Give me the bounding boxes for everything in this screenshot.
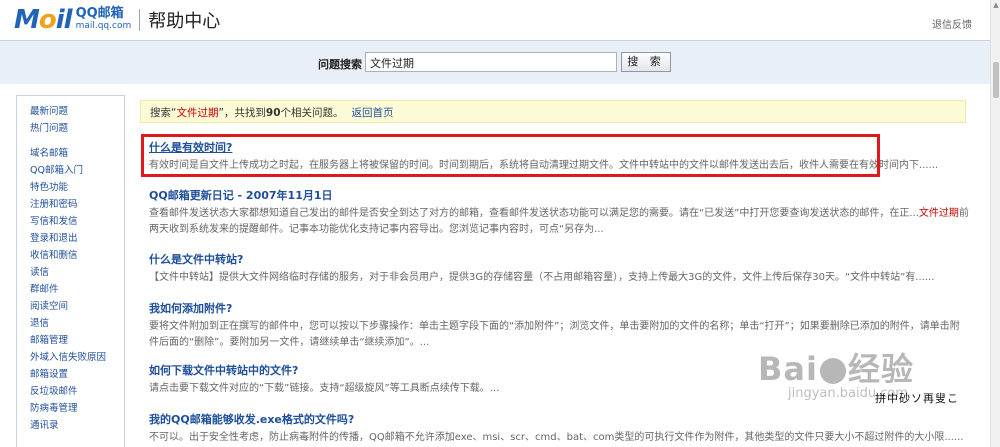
sidebar-item-domain-mail[interactable]: 域名邮箱 (17, 147, 124, 160)
page-title: 帮助中心 (148, 11, 221, 32)
sidebar-item-intro[interactable]: QQ邮箱入门 (17, 164, 124, 177)
sidebar-item-receive[interactable]: 收信和删信 (17, 249, 124, 262)
feedback-link[interactable]: 退信反馈 (932, 16, 972, 31)
sidebar-item-external-fail[interactable]: 外域入信失败原因 (17, 351, 124, 364)
search-input[interactable]: 文件过期 (365, 52, 617, 72)
snippet-keyword-highlight: 文件过期 (918, 208, 959, 219)
qq-mail-logo[interactable]: Moil QQ邮箱 mail.qq.com 帮助中心 (14, 6, 220, 34)
result-item: 什么是文件中转站? 【文件中转站】提供大文件网络临时存储的服务，对于非会员用户，… (149, 253, 969, 286)
sidebar-item-reading-space[interactable]: 阅读空间 (17, 300, 124, 313)
result-item: QQ邮箱更新日记 - 2007年11月1日 查看邮件发送状态大家都想知道自己发出… (149, 189, 969, 238)
result-snippet: 查看邮件发送状态大家都想知道自己发出的邮件是否安全到达了对方的邮箱，查看邮件发送… (149, 208, 969, 235)
result-item: 我如何添加附件? 要将文件附加到正在撰写的邮件中，您可以按以下步骤操作：单击主题… (149, 302, 969, 351)
result-snippet: 不可以。出于安全性考虑，防止病毒附件的传播，QQ邮箱不允许添加exe、msi、s… (149, 432, 964, 443)
sidebar-item-manage[interactable]: 邮箱管理 (17, 334, 124, 347)
overlay-stamp-text: 拼中砂ソ再叟こ (875, 392, 959, 405)
sidebar-item-anti-spam[interactable]: 反垃圾邮件 (17, 385, 124, 398)
result-item: 我的QQ邮箱能够收发.exe格式的文件吗? 不可以。出于安全性考虑，防止病毒附件… (149, 413, 969, 446)
logo-divider (139, 9, 141, 31)
sidebar-item-login[interactable]: 登录和退出 (17, 232, 124, 245)
result-title-link[interactable]: QQ邮箱更新日记 - 2007年11月1日 (149, 189, 969, 203)
sidebar-item-latest[interactable]: 最新问题 (17, 105, 124, 118)
sidebar-item-bounce[interactable]: 退信 (17, 317, 124, 330)
sidebar-item-hot[interactable]: 热门问题 (17, 122, 124, 135)
search-result-summary: 搜索“文件过期”，共找到90个相关问题。 返回首页 (140, 100, 966, 123)
sidebar-item-contacts[interactable]: 通讯录 (17, 419, 124, 432)
sidebar-item-group-mail[interactable]: 群邮件 (17, 283, 124, 296)
logo-mail-wordmark: Moil (14, 5, 73, 35)
search-button[interactable]: 搜 索 (621, 52, 671, 72)
sidebar-nav: 最新问题 热门问题 域名邮箱 QQ邮箱入门 特色功能 注册和密码 写信和发信 登… (16, 95, 125, 447)
sidebar-item-settings[interactable]: 邮箱设置 (17, 368, 124, 381)
header: Moil QQ邮箱 mail.qq.com 帮助中心 退信反馈 (0, 0, 990, 40)
logo-qq-text: QQ邮箱 mail.qq.com (75, 6, 132, 31)
search-keyword: 文件过期 (176, 107, 219, 119)
sidebar-item-register[interactable]: 注册和密码 (17, 198, 124, 211)
result-snippet: 【文件中转站】提供大文件网络临时存储的服务，对于非会员用户，提供3G的存储容量（… (149, 272, 935, 283)
sidebar-item-read[interactable]: 读信 (17, 266, 124, 279)
scroll-thumb[interactable] (993, 62, 999, 98)
sidebar-item-features[interactable]: 特色功能 (17, 181, 124, 194)
result-title-link[interactable]: 什么是文件中转站? (149, 253, 969, 267)
search-bar: 问题搜索 文件过期 搜 索 (0, 40, 990, 84)
annotation-highlight-box (141, 134, 880, 177)
back-home-link[interactable]: 返回首页 (352, 107, 394, 119)
sidebar-item-antivirus[interactable]: 防病毒管理 (17, 402, 124, 415)
result-title-link[interactable]: 我的QQ邮箱能够收发.exe格式的文件吗? (149, 413, 969, 427)
search-label: 问题搜索 (318, 58, 362, 71)
scroll-up-arrow-icon[interactable]: ▲ (991, 0, 1000, 10)
result-snippet: 要将文件附加到正在撰写的邮件中，您可以按以下步骤操作：单击主题字段下面的“添加附… (149, 321, 960, 348)
sidebar-item-compose[interactable]: 写信和发信 (17, 215, 124, 228)
vertical-scrollbar[interactable]: ▲ (990, 0, 1000, 447)
result-title-link[interactable]: 我如何添加附件? (149, 302, 969, 316)
result-count: 90 (265, 107, 281, 119)
paw-icon (819, 358, 846, 384)
